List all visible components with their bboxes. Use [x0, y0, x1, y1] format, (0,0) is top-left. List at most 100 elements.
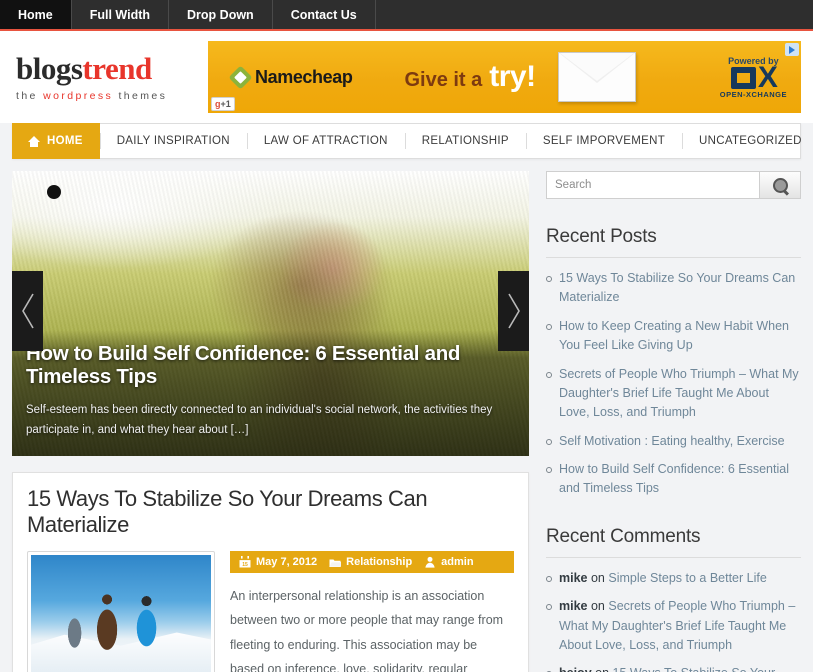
post-author-label: admin	[441, 555, 474, 568]
post-excerpt: An interpersonal relationship is an asso…	[230, 588, 504, 672]
nav-item-self-improvement[interactable]: SELF IMPORVEMENT	[525, 124, 682, 158]
post-category[interactable]: Relationship	[329, 556, 412, 568]
home-icon	[28, 135, 40, 147]
search-submit-button[interactable]	[759, 171, 801, 199]
post-date-label: May 7, 2012	[256, 555, 318, 568]
topnav-item-contact-us[interactable]: Contact Us	[273, 0, 376, 29]
nav-item-label: SELF IMPORVEMENT	[542, 135, 666, 147]
list-item: Self Motivation : Eating healthy, Exerci…	[546, 432, 801, 451]
recent-posts-title: Recent Posts	[546, 226, 801, 258]
post-author[interactable]: admin	[424, 555, 474, 568]
comment-post-link[interactable]: Simple Steps to a Better Life	[608, 571, 766, 585]
ad-sponsor-sublabel: OPEN-XCHANGE	[719, 89, 787, 99]
ad-sponsor: Powered by X OPEN-XCHANGE	[720, 56, 787, 99]
nav-item-relationship[interactable]: RELATIONSHIP	[404, 124, 526, 158]
user-icon	[425, 556, 435, 568]
topnav-item-label: Contact Us	[290, 7, 357, 22]
slider-excerpt: Self-esteem has been directly connected …	[26, 403, 493, 436]
slider-title[interactable]: How to Build Self Confidence: 6 Essentia…	[26, 342, 515, 389]
gplus-count-label: +1	[220, 99, 231, 109]
namecheap-logo-icon	[228, 64, 253, 90]
list-item: How to Build Self Confidence: 6 Essentia…	[546, 460, 801, 499]
recent-posts-widget: Recent Posts 15 Ways To Stabilize So You…	[546, 226, 801, 499]
recent-post-link[interactable]: How to Build Self Confidence: 6 Essentia…	[559, 462, 789, 495]
sidebar: Recent Posts 15 Ways To Stabilize So You…	[546, 171, 801, 672]
post-body: 15 May 7, 2012 Relationship admin An int…	[27, 550, 514, 672]
topnav-item-label: Full Width	[89, 7, 151, 22]
ad-brand: Namecheap	[228, 64, 353, 90]
post-meta-bar: 15 May 7, 2012 Relationship admin	[230, 550, 514, 573]
recent-post-link[interactable]: Self Motivation : Eating healthy, Exerci…	[559, 434, 785, 448]
post-title[interactable]: 15 Ways To Stabilize So Your Dreams Can …	[27, 486, 514, 539]
list-item: How to Keep Creating a New Habit When Yo…	[546, 317, 801, 356]
logo-wordmark: blogstrend	[16, 53, 208, 84]
ad-headline: Give it a try!	[404, 60, 536, 94]
site-header: blogstrend the wordpress themes Namechea…	[0, 31, 813, 123]
site-logo[interactable]: blogstrend the wordpress themes	[12, 53, 208, 102]
slider-prev-arrow[interactable]	[12, 271, 43, 351]
folder-icon	[329, 559, 342, 567]
ad-headline-big: try!	[489, 60, 536, 93]
featured-slider[interactable]: How to Build Self Confidence: 6 Essentia…	[12, 171, 529, 456]
ad-brand-label: Namecheap	[255, 66, 353, 87]
recent-comments-title: Recent Comments	[546, 526, 801, 558]
post-thumbnail-image	[31, 554, 211, 672]
post-category-label: Relationship	[346, 555, 413, 568]
main-navigation-wrapper: HOME DAILY INSPIRATION LAW OF ATTRACTION…	[0, 123, 813, 159]
advertisement-banner[interactable]: Namecheap Give it a try! Powered by X OP…	[208, 41, 801, 113]
logo-wordmark-part2: trend	[82, 50, 152, 86]
slider-caption: How to Build Self Confidence: 6 Essentia…	[12, 329, 529, 456]
post-date: 15 May 7, 2012	[239, 555, 318, 568]
envelope-icon	[557, 52, 636, 102]
nav-item-law-of-attraction[interactable]: LAW OF ATTRACTION	[246, 124, 405, 158]
main-navigation-bar: HOME DAILY INSPIRATION LAW OF ATTRACTION…	[12, 123, 801, 159]
comment-author: mike	[559, 599, 588, 614]
recent-comments-widget: Recent Comments mike on Simple Steps to …	[546, 526, 801, 672]
comment-on-word: on	[595, 666, 609, 672]
post-article: 15 Ways To Stabilize So Your Dreams Can …	[12, 472, 529, 672]
nav-item-uncategorized[interactable]: UNCATEGORIZED	[682, 124, 813, 158]
topnav-item-full-width[interactable]: Full Width	[72, 0, 170, 29]
logo-tagline: the wordpress themes	[16, 90, 208, 102]
page-content: How to Build Self Confidence: 6 Essentia…	[0, 159, 813, 672]
nav-item-home[interactable]: HOME	[12, 123, 100, 159]
ad-powered-by-label: Powered by	[728, 55, 779, 66]
chevron-right-icon	[507, 293, 520, 329]
nav-item-daily-inspiration[interactable]: DAILY INSPIRATION	[99, 124, 247, 158]
nav-item-label: RELATIONSHIP	[421, 135, 509, 147]
svg-text:15: 15	[242, 562, 248, 568]
topnav-item-label: Home	[18, 7, 53, 22]
open-xchange-logo-icon: X	[720, 60, 787, 94]
recent-comments-list: mike on Simple Steps to a Better Life mi…	[546, 569, 801, 672]
topnav-spacer	[376, 0, 813, 29]
ox-o-glyph	[730, 66, 756, 89]
google-plus-one-button[interactable]: g+1	[211, 97, 235, 111]
list-item: bejoy on 15 Ways To Stabilize So Your Dr…	[546, 664, 801, 672]
main-column: How to Build Self Confidence: 6 Essentia…	[12, 171, 529, 672]
ox-x-glyph: X	[757, 60, 778, 94]
nav-item-label: HOME	[47, 135, 83, 147]
tagline-post: themes	[113, 89, 168, 102]
slider-pagination-dot[interactable]	[47, 185, 61, 199]
top-navigation-bar: Home Full Width Drop Down Contact Us	[0, 0, 813, 31]
post-thumbnail[interactable]	[27, 550, 215, 672]
recent-post-link[interactable]: Secrets of People Who Triumph – What My …	[559, 367, 799, 420]
list-item: mike on Secrets of People Who Triumph – …	[546, 597, 801, 655]
recent-post-link[interactable]: How to Keep Creating a New Habit When Yo…	[559, 319, 789, 352]
search-input[interactable]	[546, 171, 759, 199]
comment-author: bejoy	[559, 666, 592, 672]
ad-headline-small: Give it a	[404, 69, 483, 91]
tagline-accent: wordpress	[43, 89, 114, 102]
post-main: 15 May 7, 2012 Relationship admin An int…	[230, 550, 514, 672]
comment-post-link[interactable]: 15 Ways To Stabilize So Your Dreams Can …	[559, 666, 776, 672]
slider-next-arrow[interactable]	[498, 271, 529, 351]
topnav-item-home[interactable]: Home	[0, 0, 72, 29]
list-item: 15 Ways To Stabilize So Your Dreams Can …	[546, 269, 801, 308]
adchoices-icon[interactable]	[785, 43, 799, 56]
search-icon	[772, 177, 788, 193]
recent-post-link[interactable]: 15 Ways To Stabilize So Your Dreams Can …	[559, 271, 795, 304]
nav-item-label: UNCATEGORIZED	[699, 135, 802, 147]
topnav-item-drop-down[interactable]: Drop Down	[169, 0, 273, 29]
logo-wordmark-part1: blogs	[16, 50, 83, 86]
tagline-pre: the	[16, 89, 44, 102]
